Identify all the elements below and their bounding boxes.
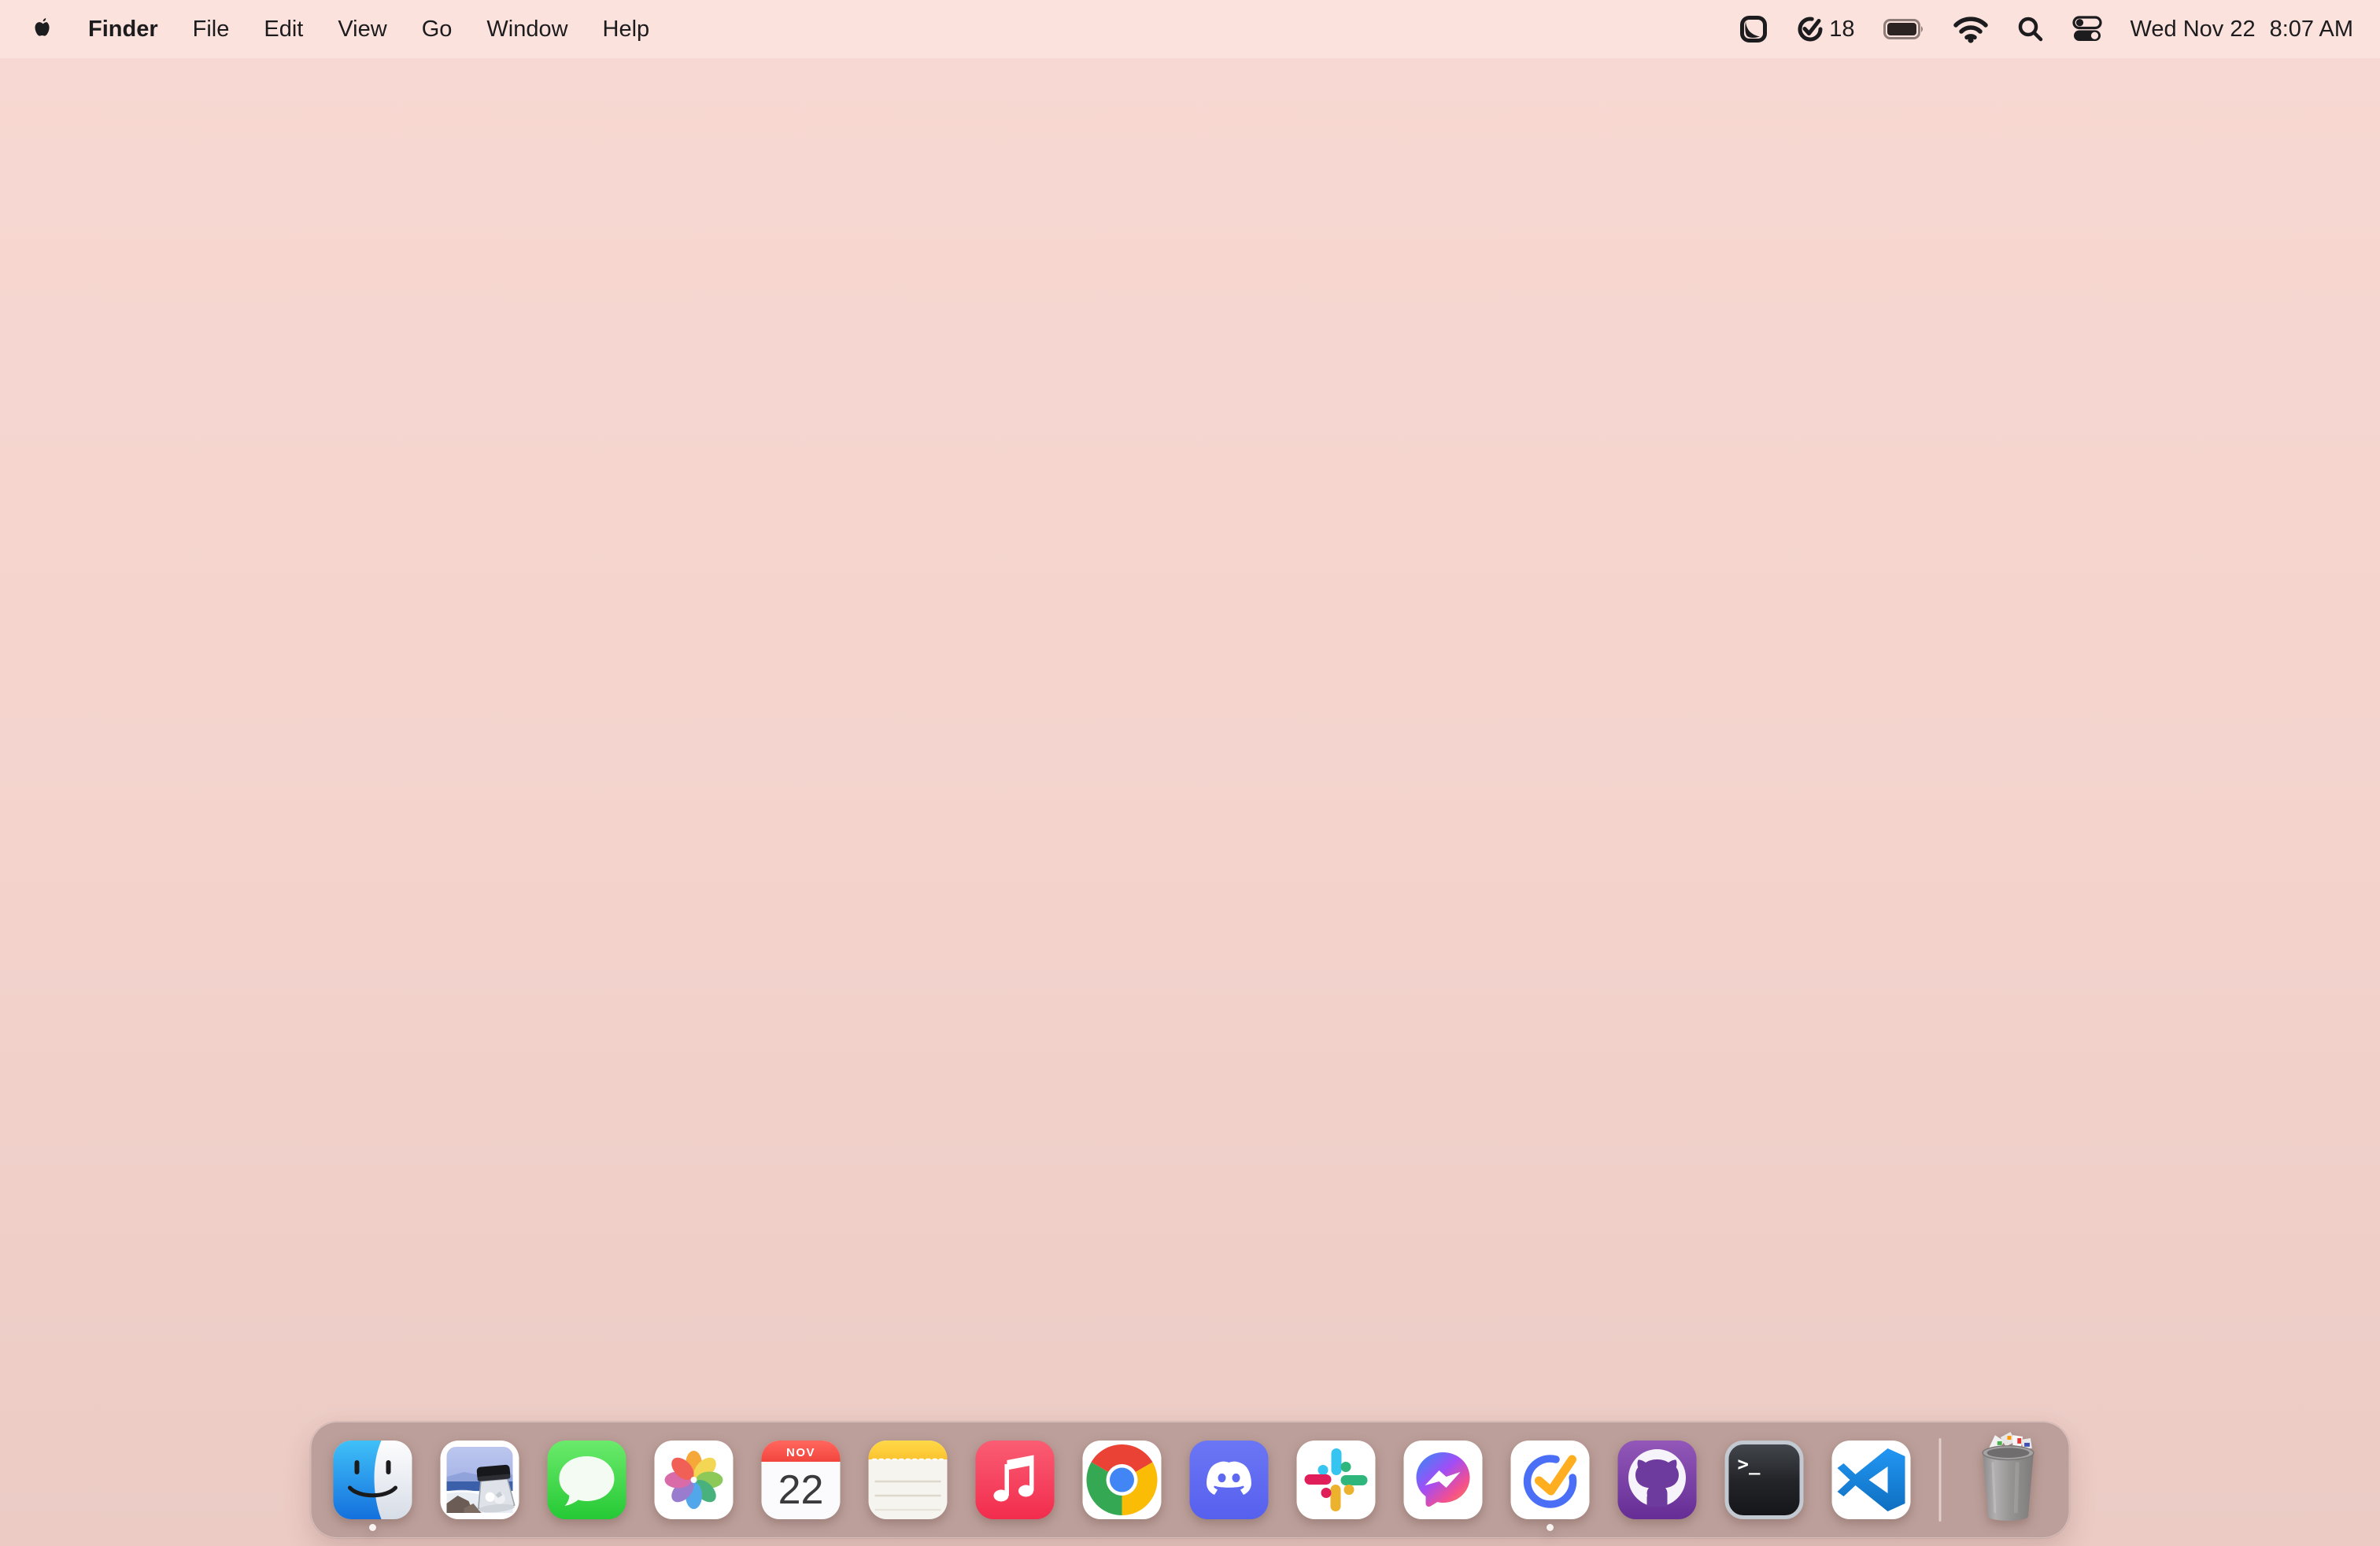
active-app-name[interactable]: Finder: [71, 17, 176, 43]
calendar-day-text: 22: [778, 1467, 824, 1513]
dock-icon-finder[interactable]: [333, 1441, 412, 1531]
wifi-icon[interactable]: [1953, 15, 1989, 43]
running-indicator: [1547, 1524, 1554, 1531]
menubar-date: Wed Nov 22: [2130, 16, 2256, 42]
spotlight-search-icon[interactable]: [2017, 16, 2044, 43]
battery-icon[interactable]: [1883, 19, 1924, 39]
dock-icon-slack[interactable]: [1296, 1441, 1376, 1519]
dock-icon-messenger[interactable]: [1403, 1441, 1483, 1519]
dock-icon-calendar[interactable]: NOV 22: [761, 1441, 841, 1519]
macos-desktop: { "menubar": { "app_name": "Finder", "me…: [0, 0, 2380, 1546]
dock-separator: [1938, 1438, 1942, 1522]
dock-icon-vscode[interactable]: [1831, 1441, 1911, 1519]
menubar-clock[interactable]: Wed Nov 22 8:07 AM: [2131, 17, 2353, 43]
dock-icon-music[interactable]: [975, 1441, 1055, 1519]
desktop-wallpaper[interactable]: [0, 58, 2380, 1546]
dock: NOV 22 >_: [310, 1422, 2070, 1538]
dock-icon-terminal[interactable]: >_: [1724, 1441, 1804, 1519]
dock-icon-preview[interactable]: [440, 1441, 519, 1519]
dock-icon-ticktick[interactable]: [1510, 1441, 1590, 1531]
dock-icon-photos[interactable]: [654, 1441, 734, 1519]
dock-icon-chrome[interactable]: [1082, 1441, 1162, 1519]
menubar-time: 8:07 AM: [2269, 16, 2353, 42]
calendar-month-text: NOV: [786, 1446, 815, 1459]
ticktick-check-icon: [1798, 17, 1823, 42]
dock-icon-discord[interactable]: [1189, 1441, 1269, 1519]
menu-go[interactable]: Go: [405, 17, 470, 43]
terminal-prompt-text: >_: [1738, 1453, 1761, 1475]
screen-capture-menu-icon[interactable]: [1739, 15, 1768, 43]
dock-icon-github[interactable]: [1617, 1441, 1697, 1519]
menu-window[interactable]: Window: [469, 17, 585, 43]
dock-icon-trash[interactable]: [1970, 1429, 2047, 1526]
menu-help[interactable]: Help: [586, 17, 667, 43]
apple-menu-icon[interactable]: [31, 16, 55, 43]
task-count-badge: 18: [1829, 16, 1855, 42]
control-center-icon[interactable]: [2071, 16, 2102, 43]
menu-view[interactable]: View: [320, 17, 404, 43]
menu-bar: Finder File Edit View Go Window Help 18: [0, 0, 2380, 58]
ticktick-menu-item[interactable]: 18: [1796, 15, 1855, 43]
menu-file[interactable]: File: [176, 17, 247, 43]
dock-icon-notes[interactable]: [868, 1441, 948, 1519]
menu-edit[interactable]: Edit: [246, 17, 320, 43]
running-indicator: [369, 1524, 376, 1531]
dock-icon-messages[interactable]: [547, 1441, 626, 1519]
